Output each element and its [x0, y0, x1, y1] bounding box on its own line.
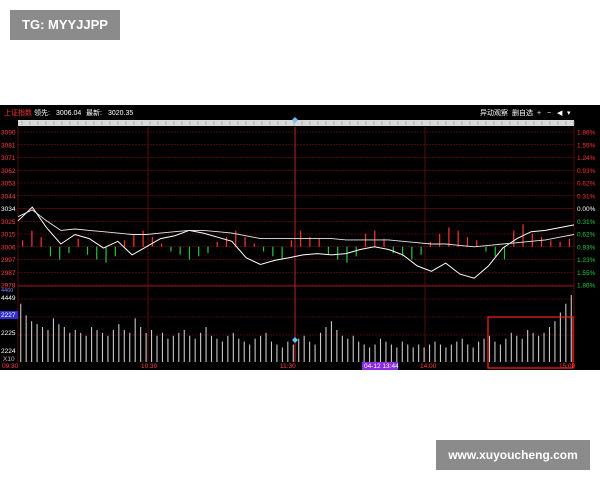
- volume-tick-label: 2225: [1, 330, 16, 337]
- price-tick-label: 3053: [1, 181, 16, 188]
- toolbar-item-3[interactable]: −: [547, 110, 551, 117]
- time-tick-label: 09:30: [2, 363, 19, 370]
- percent-tick-label: 0.31%: [577, 193, 596, 200]
- last-value: 3020.35: [108, 110, 133, 117]
- percent-tick-label: 1.55%: [577, 142, 596, 149]
- watermark-top-left: TG: MYYJJPP: [10, 10, 120, 40]
- percent-tick-label: 1.23%: [577, 257, 596, 264]
- percent-tick-label: 1.86%: [577, 283, 596, 290]
- time-tick-label: 14:00: [420, 363, 437, 370]
- price-tick-label: 3090: [1, 130, 16, 137]
- percent-tick-label: 0.93%: [577, 244, 596, 251]
- percent-tick-label: 0.62%: [577, 181, 596, 188]
- time-tick-label: 10:30: [141, 363, 158, 370]
- chart-toolbar: 异动观察 删自选 + − ◀ ▾: [480, 108, 571, 117]
- volume-tick-label: 4449: [1, 295, 16, 302]
- percent-tick-label: 1.24%: [577, 155, 596, 162]
- toolbar-item-1[interactable]: 删自选: [512, 108, 533, 117]
- prev-value: 3006.04: [56, 110, 81, 117]
- toolbar-item-5[interactable]: ▾: [567, 110, 571, 117]
- toolbar-item-0[interactable]: 异动观察: [480, 108, 508, 117]
- price-tick-label: 2987: [1, 270, 16, 277]
- percent-tick-label: 0.00%: [577, 206, 596, 213]
- percent-tick-label: 1.55%: [577, 270, 596, 277]
- chart-title: 上证指数: [4, 108, 32, 117]
- intraday-chart: 上证指数 领先: 3006.04 最新: 3020.35 异动观察 删自选 + − ◀ ▾…: [0, 105, 600, 370]
- volume-tick-label: 2227: [1, 312, 16, 319]
- volume-tick-label: 2224: [1, 348, 16, 355]
- watermark-bottom-right: www.xuyoucheng.com: [436, 440, 590, 470]
- toolbar-item-4[interactable]: ◀: [557, 110, 563, 117]
- price-tick-label: 3062: [1, 168, 16, 175]
- percent-tick-label: 0.93%: [577, 168, 596, 175]
- price-tick-label: 3034: [1, 206, 16, 213]
- price-tick-label: 3025: [1, 219, 16, 226]
- percent-tick-label: 0.31%: [577, 219, 596, 226]
- price-tick-label: 3044: [1, 193, 16, 200]
- prev-label: 领先:: [34, 108, 50, 117]
- time-tick-label: 11:30: [280, 363, 296, 370]
- toolbar-item-2[interactable]: +: [537, 110, 541, 117]
- price-tick-label: 3015: [1, 232, 16, 239]
- price-tick-label: 3071: [1, 155, 16, 162]
- percent-tick-label: 1.86%: [577, 130, 596, 137]
- volume-top-label: 4460: [1, 288, 13, 294]
- price-tick-label: 2997: [1, 257, 16, 264]
- price-tick-label: 3081: [1, 142, 16, 149]
- last-label: 最新:: [86, 108, 102, 117]
- price-tick-label: 3006: [1, 244, 16, 251]
- volume-unit: X10: [3, 356, 15, 363]
- percent-tick-label: 0.62%: [577, 232, 596, 239]
- cursor-time-label: 04-12 13:44: [364, 363, 399, 370]
